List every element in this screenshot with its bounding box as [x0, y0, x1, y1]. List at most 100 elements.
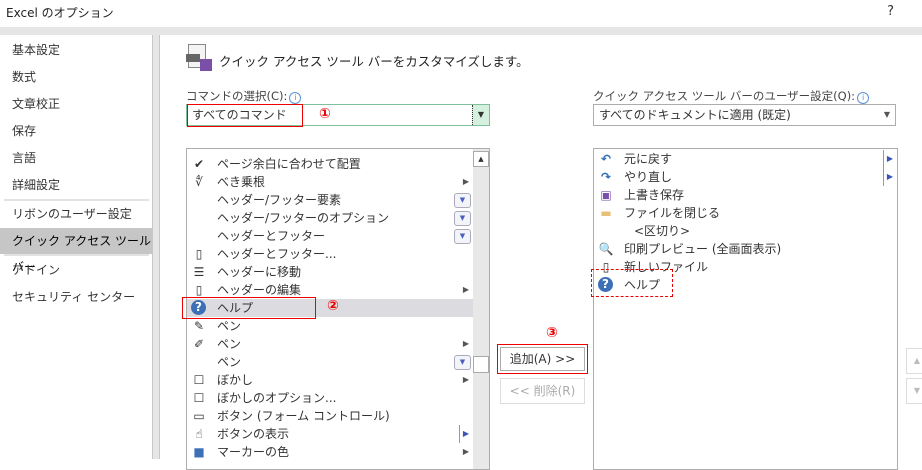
list-item-label: ボタンの表示 — [217, 427, 290, 441]
sidebar-item-formulas[interactable]: 数式 — [0, 64, 152, 90]
sidebar: 基本設定 数式 文章校正 保存 言語 詳細設定 リボンのユーザー設定 クイック … — [0, 35, 153, 459]
check-icon: ✔ — [193, 157, 205, 171]
list-item[interactable]: ☝ ボタンの表示 ▶ — [187, 425, 489, 443]
sidebar-item-save[interactable]: 保存 — [0, 118, 152, 144]
list-item[interactable]: ✎ ペン — [187, 317, 489, 335]
help-button[interactable]: ? — [887, 4, 894, 19]
list-item-label: ページ余白に合わせて配置 — [217, 157, 361, 171]
list-item[interactable]: <区切り> — [594, 222, 897, 240]
submenu-arrow-icon: ▶ — [458, 425, 469, 443]
move-up-button[interactable]: ▲ — [906, 348, 922, 374]
list-item-label: <区切り> — [634, 224, 691, 238]
list-item[interactable]: ▬ ファイルを閉じる — [594, 204, 897, 222]
annotation-1: ① — [319, 106, 331, 122]
page-heading: クイック アクセス ツール バーをカスタマイズします。 — [219, 54, 529, 69]
list-item[interactable]: ☐ ぼかしのオプション... — [187, 389, 489, 407]
move-down-button[interactable]: ▼ — [906, 378, 922, 404]
pens-icon: ✐ — [193, 337, 205, 351]
sidebar-item-customize-ribbon[interactable]: リボンのユーザー設定 — [0, 201, 152, 227]
list-item[interactable]: ✐ ペン ▶ — [187, 335, 489, 353]
list-item[interactable]: ∜ べき乗根 ▶ — [187, 173, 489, 191]
annotation-box-added — [591, 269, 673, 297]
list-item-label: ヘッダー/フッターのオプション — [217, 211, 390, 225]
list-item-label: ぼかしのオプション... — [217, 391, 337, 405]
customize-toolbar-label: クイック アクセス ツール バーのユーザー設定(Q): i — [593, 88, 870, 104]
customize-toolbar-dropdown[interactable]: すべてのドキュメントに適用 (既定) ▼ — [593, 104, 896, 126]
annotation-box-2 — [182, 297, 316, 319]
print-preview-icon: 🔍 — [598, 242, 614, 256]
submenu-arrow-icon: ▶ — [462, 447, 469, 456]
window-title: Excel のオプション — [6, 6, 114, 20]
dropdown-icon: ▼ — [454, 211, 471, 226]
list-item-partial[interactable] — [187, 149, 489, 155]
redo-icon: ↷ — [600, 170, 612, 184]
sidebar-divider — [4, 254, 149, 256]
list-item-label: ヘッダー/フッター要素 — [217, 193, 342, 207]
submenu-arrow-icon: ▶ — [462, 375, 469, 384]
touch-icon: ☝ — [195, 427, 203, 441]
customize-toolbar-label-text: クイック アクセス ツール バーのユーザー設定(Q): — [593, 89, 856, 103]
folder-icon: ▬ — [600, 206, 612, 220]
dropdown-icon: ▼ — [454, 229, 471, 244]
list-item-label: ヘッダーに移動 — [217, 265, 302, 279]
pen-icon: ✎ — [193, 319, 205, 333]
submenu-arrow-icon: ▶ — [462, 285, 469, 294]
list-item[interactable]: ✔ ページ余白に合わせて配置 — [187, 155, 489, 173]
list-item-label: ぼかし — [217, 373, 254, 387]
list-item-label: ペン — [217, 319, 242, 333]
sidebar-item-trust-center[interactable]: セキュリティ センター — [0, 284, 152, 310]
annotation-box-1 — [187, 104, 303, 127]
annotation-2: ② — [327, 298, 339, 314]
add-button[interactable]: 追加(A) >> — [500, 347, 585, 371]
list-item-label: ペン — [217, 337, 242, 351]
checkbox-icon: ☐ — [193, 373, 205, 387]
sidebar-item-addins[interactable]: アドイン — [0, 257, 152, 283]
page-lines-icon: ☰ — [193, 265, 205, 279]
chevron-down-icon[interactable]: ▼ — [472, 105, 489, 125]
list-item-label: ペン — [217, 355, 242, 369]
info-icon: i — [289, 92, 302, 104]
list-item[interactable]: ▯ ヘッダーとフッター... — [187, 245, 489, 263]
list-item[interactable]: ↷ やり直し ▶ — [594, 168, 897, 186]
sidebar-item-quick-access-toolbar[interactable]: クイック アクセス ツール バー — [0, 228, 152, 274]
choose-commands-label-text: コマンドの選択(C): — [186, 89, 288, 103]
button-icon: ▭ — [193, 409, 205, 423]
list-item[interactable]: ▣ 上書き保存 — [594, 186, 897, 204]
list-item-label: マーカーの色 — [217, 445, 290, 459]
quick-access-toolbar-icon — [186, 44, 212, 74]
list-item[interactable]: ☰ ヘッダーに移動 — [187, 263, 489, 281]
sidebar-item-proofing[interactable]: 文章校正 — [0, 91, 152, 117]
toolbar-items-list[interactable]: ↶ 元に戻す ▶ ↷ やり直し ▶ ▣ 上書き保存 ▬ ファイルを閉じる <区切り> 🔍 印刷プレビュー… — [593, 148, 898, 470]
list-item-label: 元に戻す — [624, 152, 673, 166]
list-item-label: やり直し — [624, 170, 673, 184]
list-item[interactable]: ▭ ボタン (フォーム コントロール) — [187, 407, 489, 425]
submenu-arrow-icon: ▶ — [882, 168, 893, 186]
dropdown-icon: ▼ — [454, 193, 471, 208]
dropdown-icon: ▼ — [454, 355, 471, 370]
list-item[interactable]: ■ マーカーの色 ▶ — [187, 443, 489, 461]
list-item-label: ボタン (フォーム コントロール) — [217, 409, 390, 423]
sidebar-item-language[interactable]: 言語 — [0, 145, 152, 171]
submenu-arrow-icon: ▶ — [462, 339, 469, 348]
page-icon: ▯ — [195, 247, 203, 261]
list-item[interactable]: ↶ 元に戻す ▶ — [594, 150, 897, 168]
list-item[interactable]: ヘッダーとフッター ▼ — [187, 227, 489, 245]
remove-button[interactable]: << 削除(R) — [500, 378, 585, 404]
list-item[interactable]: 🔍 印刷プレビュー (全画面表示) — [594, 240, 897, 258]
sidebar-item-advanced[interactable]: 詳細設定 — [0, 172, 152, 198]
save-icon: ▣ — [600, 188, 612, 202]
list-item[interactable]: ☐ ぼかし ▶ — [187, 371, 489, 389]
color-icon: ■ — [193, 445, 205, 459]
sidebar-item-general[interactable]: 基本設定 — [0, 37, 152, 63]
list-item[interactable]: ヘッダー/フッターのオプション ▼ — [187, 209, 489, 227]
list-item-label: 印刷プレビュー (全画面表示) — [624, 242, 782, 256]
list-item-label: ヘッダーとフッター... — [217, 247, 337, 261]
chevron-down-icon: ▼ — [883, 110, 890, 119]
annotation-3: ③ — [546, 325, 558, 341]
undo-icon: ↶ — [600, 152, 612, 166]
list-item[interactable]: ヘッダー/フッター要素 ▼ — [187, 191, 489, 209]
checkbox-icon: ☐ — [193, 391, 205, 405]
submenu-arrow-icon: ▶ — [882, 150, 893, 168]
info-icon: i — [857, 92, 870, 104]
list-item[interactable]: ペン ▼ — [187, 353, 489, 371]
